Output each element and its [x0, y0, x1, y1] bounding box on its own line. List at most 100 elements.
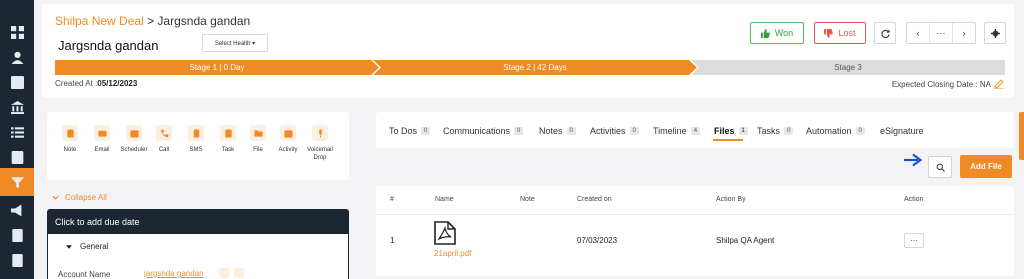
record-pager: ‹ ··· › — [906, 22, 976, 44]
expected-closing-date: Expected Closing Date : NA — [892, 79, 1004, 89]
contacts-icon[interactable] — [0, 43, 34, 71]
task-icon — [220, 125, 236, 141]
table-divider — [376, 214, 1014, 215]
account-copy-icon[interactable] — [234, 268, 244, 278]
next-record-button[interactable]: › — [952, 23, 975, 43]
thumbs-up-icon — [760, 28, 770, 38]
pdf-file-icon[interactable] — [434, 221, 456, 245]
tab-timeline-count: 4 — [690, 127, 701, 135]
email-action[interactable]: Email — [85, 125, 119, 154]
quick-actions-panel: Note Email Scheduler Call SMS Task File … — [47, 112, 349, 180]
email-icon — [94, 125, 110, 141]
tab-files-label: Files — [714, 126, 735, 136]
scheduler-action[interactable]: Scheduler — [117, 125, 151, 154]
account-name-link[interactable]: jargsnda gandan — [144, 269, 204, 278]
breadcrumb-separator: > — [147, 14, 155, 28]
file-action-label: File — [253, 147, 263, 153]
stage-1[interactable]: Stage 1 | 0 Day — [55, 60, 379, 75]
note-action[interactable]: Note — [53, 125, 87, 154]
activity-action-label: Activity — [278, 147, 298, 153]
details-panel: General Account Name jargsnda gandan — [47, 234, 349, 279]
lost-button[interactable]: Lost — [814, 22, 866, 44]
row-actions-button[interactable]: ··· — [904, 233, 924, 248]
sms-action-label: SMS — [189, 147, 203, 153]
task-action[interactable]: Task — [211, 125, 245, 154]
tab-communications[interactable]: Communications 0 — [443, 126, 524, 136]
chevron-down-icon — [52, 195, 59, 200]
files-table: # Name Note Created on Action By Action — [376, 186, 1014, 276]
tabs-bar: To Dos 0 Communications 0 Notes 0 Activitie… — [376, 112, 1014, 148]
row-action-by: Shilpa QA Agent — [716, 236, 775, 245]
profile-icon[interactable] — [0, 143, 34, 171]
activity-action[interactable]: Activity — [271, 125, 305, 154]
phone-icon — [156, 125, 172, 141]
settings-button[interactable] — [984, 22, 1006, 44]
account-edit-icon[interactable] — [219, 268, 229, 278]
left-nav-rail — [0, 0, 34, 279]
accounts-icon[interactable] — [0, 93, 34, 121]
expected-closing-label: Expected Closing Date : NA — [891, 79, 991, 89]
dashboard-icon[interactable] — [0, 18, 34, 46]
previous-record-button[interactable]: ‹ — [907, 23, 929, 43]
folder-icon — [250, 125, 266, 141]
reports-icon[interactable] — [0, 246, 34, 274]
due-date-bar[interactable]: Click to add due date — [47, 209, 349, 234]
tab-communications-count: 0 — [514, 127, 524, 135]
deal-header: Shilpa New Deal > Jargsnda gandan Jargsn… — [42, 4, 1014, 98]
pointer-arrow-icon — [904, 153, 922, 167]
tab-communications-label: Communications — [443, 126, 511, 136]
deals-filter-icon[interactable] — [0, 168, 34, 196]
page-title: Jargsnda gandan — [58, 38, 159, 53]
select-health-dropdown[interactable]: Select Health ▾ — [202, 34, 268, 52]
file-name-link[interactable]: 21april.pdf — [434, 249, 471, 258]
tab-automation[interactable]: Automation 0 — [806, 126, 865, 136]
tab-activities[interactable]: Activities 0 — [590, 126, 639, 136]
documents-icon[interactable] — [0, 221, 34, 249]
tab-notes[interactable]: Notes 0 — [539, 126, 576, 136]
won-button[interactable]: Won — [750, 22, 804, 44]
add-file-button[interactable]: Add File — [960, 155, 1012, 178]
tab-to-dos-label: To Dos — [389, 126, 418, 136]
note-action-label: Note — [63, 147, 77, 153]
list-icon[interactable] — [0, 118, 34, 146]
tab-automation-label: Automation — [806, 126, 852, 136]
sms-action[interactable]: SMS — [179, 125, 213, 154]
stage-3[interactable]: Stage 3 — [691, 60, 1005, 75]
search-files-button[interactable] — [928, 156, 952, 178]
tab-to-dos[interactable]: To Dos 0 — [389, 126, 431, 136]
tab-files[interactable]: Files 1 — [714, 126, 748, 136]
won-label: Won — [774, 28, 794, 38]
tab-timeline[interactable]: Timeline 4 — [653, 126, 701, 136]
campaigns-icon[interactable] — [0, 196, 34, 224]
refresh-button[interactable] — [874, 22, 896, 44]
tab-timeline-label: Timeline — [653, 126, 687, 136]
column-header-action: Action — [904, 196, 924, 203]
tab-automation-count: 0 — [855, 127, 865, 135]
refresh-icon — [880, 28, 890, 38]
edit-pencil-icon[interactable] — [994, 79, 1004, 89]
tasks-icon[interactable] — [0, 68, 34, 96]
tab-tasks[interactable]: Tasks 0 — [757, 126, 794, 136]
tab-notes-label: Notes — [539, 126, 563, 136]
column-header-note: Note — [520, 196, 535, 203]
general-section-toggle[interactable]: General — [66, 242, 108, 251]
row-created-on: 07/03/2023 — [577, 236, 618, 245]
created-at: Created At :05/12/2023 — [55, 79, 137, 88]
column-header-action-by: Action By — [716, 196, 746, 203]
stage-2[interactable]: Stage 2 | 42 Days — [373, 60, 697, 75]
call-action[interactable]: Call — [147, 125, 181, 154]
created-at-label: Created At : — [55, 79, 98, 88]
voicemail-drop-action[interactable]: Voicemail Drop — [303, 125, 337, 162]
tab-notes-count: 0 — [566, 127, 576, 135]
file-action[interactable]: File — [241, 125, 275, 154]
stage-progress-bar: Stage 1 | 0 Day Stage 2 | 42 Days Stage … — [55, 60, 1005, 75]
breadcrumb-parent-link[interactable]: Shilpa New Deal — [55, 14, 144, 28]
breadcrumb: Shilpa New Deal > Jargsnda gandan — [55, 14, 250, 28]
account-name-label: Account Name — [58, 270, 111, 279]
tab-esignature[interactable]: eSignature — [880, 126, 924, 136]
more-options-button[interactable]: ··· — [929, 23, 952, 43]
column-header-created-on: Created on — [577, 196, 612, 203]
scheduler-action-label: Scheduler — [120, 147, 148, 153]
side-scroll-tab[interactable] — [1019, 112, 1024, 160]
collapse-all-toggle[interactable]: Collapse All — [52, 193, 107, 202]
